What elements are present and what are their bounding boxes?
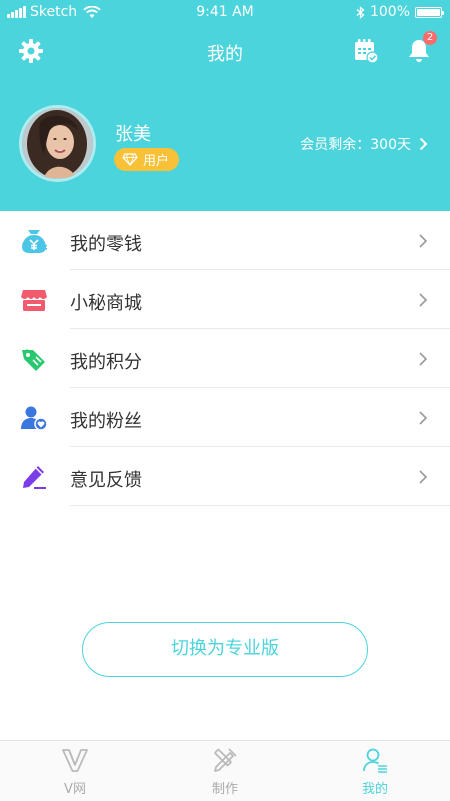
menu-item-store[interactable]: 小秘商城 — [0, 270, 450, 329]
tab-create[interactable]: 制作 — [150, 741, 300, 801]
tab-vnet[interactable]: V网 — [0, 741, 150, 801]
tab-label: V网 — [64, 782, 86, 797]
role-badge: 用户 — [114, 148, 180, 171]
divider — [70, 505, 450, 506]
switch-pro-button[interactable]: 切换为专业版 — [82, 622, 368, 677]
menu-item-label: 意见反馈 — [70, 470, 142, 491]
user-name: 张美 — [115, 124, 151, 145]
menu-item-wallet[interactable]: 我的零钱 — [0, 211, 450, 270]
page-title: 我的 — [207, 44, 243, 65]
avatar-photo — [22, 108, 93, 179]
menu-item-label: 小秘商城 — [70, 293, 142, 314]
tab-label: 我的 — [361, 782, 388, 797]
membership-info[interactable]: 会员剩余：300天 — [300, 134, 428, 154]
v-logo-icon — [62, 749, 88, 772]
user-icon — [363, 748, 387, 773]
menu-item-fans[interactable]: 我的粉丝 — [0, 388, 450, 447]
pencil-icon — [23, 466, 46, 489]
profile-header: Sketch 9:41 AM 100% 我的 2 张美 用户 会员剩余：300天 — [0, 0, 450, 211]
status-bar: Sketch 9:41 AM 100% — [0, 0, 450, 26]
diamond-icon — [122, 153, 138, 166]
chevron-right-icon — [419, 411, 428, 425]
bluetooth-icon — [356, 5, 365, 19]
chevron-right-icon — [419, 293, 428, 307]
tab-bar: V网 制作 我的 — [0, 740, 450, 801]
menu-item-points[interactable]: 我的积分 — [0, 329, 450, 388]
menu-item-label: 我的积分 — [70, 352, 142, 373]
chevron-right-icon — [419, 352, 428, 366]
chevron-right-icon — [419, 470, 428, 484]
fans-icon — [21, 406, 48, 431]
menu-item-label: 我的粉丝 — [70, 411, 142, 432]
role-label: 用户 — [143, 154, 170, 169]
membership-label: 会员剩余：300天 — [300, 137, 411, 153]
tag-icon — [22, 349, 45, 371]
store-icon — [21, 290, 47, 311]
tab-mine[interactable]: 我的 — [300, 741, 450, 801]
status-right: 100% — [356, 4, 444, 20]
chevron-right-icon — [419, 234, 428, 248]
menu-item-feedback[interactable]: 意见反馈 — [0, 447, 450, 506]
menu-list: 我的零钱 小秘商城 我的积分 我的粉丝 意见反馈 — [0, 211, 450, 506]
notification-badge: 2 — [423, 31, 437, 45]
profile-section[interactable]: 张美 用户 会员剩余：300天 — [0, 100, 450, 190]
battery-percent: 100% — [369, 4, 410, 20]
battery-icon — [415, 6, 444, 18]
tools-icon — [214, 748, 237, 772]
tab-label: 制作 — [211, 782, 238, 797]
money-bag-icon — [22, 230, 47, 253]
nav-bar: 我的 — [0, 26, 450, 76]
chevron-right-icon — [419, 137, 428, 151]
calendar-check-icon[interactable] — [353, 38, 379, 64]
menu-item-label: 我的零钱 — [70, 234, 142, 255]
avatar[interactable] — [19, 105, 96, 182]
